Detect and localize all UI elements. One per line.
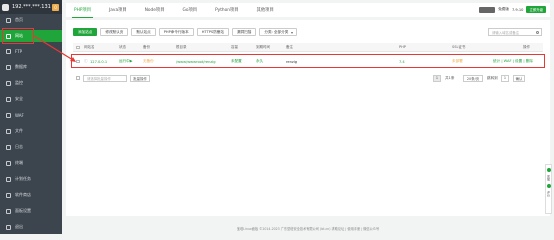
- search-icon[interactable]: [536, 31, 539, 34]
- col-ssl[interactable]: SSL证书: [452, 45, 465, 50]
- php-cli-button[interactable]: PHP命令行版本: [158, 28, 194, 36]
- tab-php[interactable]: PHP项目: [72, 3, 94, 18]
- env-info: 免费版 7.9.10 立即升级: [479, 6, 546, 13]
- floating-service-panel[interactable]: 客服 评价: [545, 164, 552, 214]
- project-tabs: PHP项目 Java项目 Node项目 Go项目 Python项目 其他项目 免…: [66, 3, 550, 18]
- monitor-icon: [6, 80, 11, 86]
- sidebar-item-home[interactable]: 首页: [0, 14, 62, 26]
- tab-other[interactable]: 其他项目: [255, 3, 276, 17]
- user-avatar[interactable]: [479, 6, 496, 13]
- col-status[interactable]: 状态: [119, 45, 126, 50]
- home-icon: [6, 17, 11, 23]
- add-site-button[interactable]: 添加站点: [73, 28, 98, 36]
- service-label: 客服: [546, 175, 551, 181]
- select-all-checkbox[interactable]: [76, 45, 80, 49]
- col-quota: 容量: [231, 44, 238, 49]
- sidebar-item-terminal[interactable]: 终端: [0, 157, 62, 169]
- bulk-action-button[interactable]: 批量操作: [130, 74, 150, 82]
- feedback-label: 评价: [546, 191, 551, 197]
- edition-label: 免费版: [498, 7, 509, 11]
- server-ip: 192.***.***.131: [12, 4, 51, 10]
- footer-copyright: 宝塔Linux面板 ©2014-2023 广东堡塔安全技术有限公司 (bt.cn…: [236, 227, 380, 231]
- ftp-icon: [6, 48, 11, 54]
- tab-python[interactable]: Python项目: [213, 3, 241, 17]
- vuln-scan-button[interactable]: 漏洞扫描: [232, 28, 257, 36]
- default-site-button[interactable]: 默认站点: [131, 28, 156, 36]
- col-backup: 备份: [143, 44, 150, 49]
- clock-icon: [6, 176, 11, 182]
- highlight-box-row: [71, 54, 545, 68]
- gear-icon: [6, 208, 11, 214]
- sidebar: 192.***.***.131 0 首页 网站 FTP 数据库 监控 安全 WA…: [0, 0, 62, 234]
- search-placeholder: 请输入域名或备注: [492, 30, 520, 35]
- notification-badge[interactable]: 0: [52, 3, 59, 11]
- feedback-icon: [546, 184, 551, 188]
- sidebar-item-settings[interactable]: 面板设置: [0, 205, 62, 217]
- https-button[interactable]: HTTPS防窜站: [196, 28, 229, 36]
- col-root: 根目录: [176, 44, 187, 49]
- col-expire[interactable]: 到期时间: [256, 45, 270, 50]
- table-footer: 请选择批量操作 批量操作 1 共1条 20条/页 跳转到 1 确认: [73, 73, 543, 83]
- sidebar-item-waf[interactable]: WAF: [0, 109, 62, 121]
- bulk-checkbox[interactable]: [76, 76, 80, 80]
- tab-go[interactable]: Go项目: [181, 3, 200, 17]
- page-1-button[interactable]: 1: [433, 74, 441, 82]
- goto-page-input[interactable]: 1: [501, 74, 509, 82]
- sidebar-item-files[interactable]: 文件: [0, 125, 62, 137]
- server-icon: [2, 3, 9, 11]
- total-count: 共1条: [445, 76, 455, 80]
- toolbar: 添加站点 修改默认页 默认站点 PHP命令行版本 HTTPS防窜站 漏洞扫描 分…: [73, 28, 298, 36]
- sidebar-item-ftp[interactable]: FTP: [0, 45, 62, 57]
- sidebar-item-logs[interactable]: 日志: [0, 141, 62, 153]
- goto-confirm-button[interactable]: 确认: [513, 74, 525, 82]
- tab-node[interactable]: Node项目: [143, 3, 167, 17]
- shield-icon: [6, 96, 11, 102]
- highlight-box-sidebar: [2, 28, 34, 44]
- waf-icon: [6, 112, 11, 118]
- version-label: 7.9.10: [512, 7, 524, 12]
- category-select[interactable]: 分类: 全部分类: [259, 28, 298, 36]
- per-page-select[interactable]: 20条/页: [463, 74, 483, 82]
- col-remark: 备注: [286, 44, 293, 49]
- tab-java[interactable]: Java项目: [107, 3, 129, 17]
- server-header: 192.***.***.131 0: [0, 0, 62, 14]
- col-php: PHP: [399, 45, 406, 49]
- terminal-icon: [6, 160, 11, 166]
- upgrade-button[interactable]: 立即升级: [526, 6, 546, 13]
- sidebar-item-store[interactable]: 软件商店: [0, 189, 62, 201]
- bulk-action-select[interactable]: 请选择批量操作: [83, 74, 127, 82]
- site-panel: 添加站点 修改默认页 默认站点 PHP命令行版本 HTTPS防窜站 漏洞扫描 分…: [66, 20, 550, 216]
- service-icon: [546, 168, 551, 172]
- search-input[interactable]: 请输入域名或备注: [488, 28, 542, 36]
- sidebar-item-monitor[interactable]: 监控: [0, 77, 62, 89]
- sidebar-item-security[interactable]: 安全: [0, 93, 62, 105]
- col-name[interactable]: 网站名: [84, 45, 95, 50]
- sidebar-item-database[interactable]: 数据库: [0, 61, 62, 73]
- database-icon: [6, 64, 11, 70]
- store-icon: [6, 192, 11, 198]
- folder-icon: [6, 128, 11, 134]
- sidebar-item-cron[interactable]: 计划任务: [0, 173, 62, 185]
- goto-label: 跳转到: [487, 76, 498, 80]
- log-icon: [6, 144, 11, 150]
- table-header: 网站名 状态 备份 根目录 容量 到期时间 备注 PHP SSL证书 操作: [73, 43, 543, 52]
- logout-icon: [6, 224, 11, 230]
- sidebar-item-logout[interactable]: 退出: [0, 221, 62, 233]
- main-content: PHP项目 Java项目 Node项目 Go项目 Python项目 其他项目 免…: [62, 0, 554, 234]
- col-actions: 操作: [523, 44, 530, 49]
- modify-default-page-button[interactable]: 修改默认页: [100, 28, 129, 36]
